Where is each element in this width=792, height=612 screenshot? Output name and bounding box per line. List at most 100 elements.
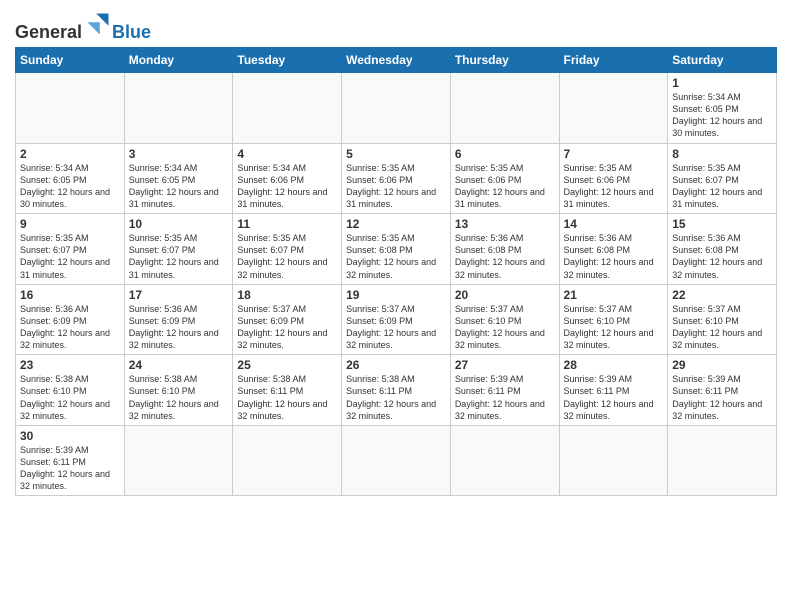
- calendar-day-cell: [342, 73, 451, 144]
- day-sun-info: Sunrise: 5:34 AM Sunset: 6:05 PM Dayligh…: [129, 162, 229, 211]
- calendar-day-cell: 1Sunrise: 5:34 AM Sunset: 6:05 PM Daylig…: [668, 73, 777, 144]
- calendar-day-cell: 23Sunrise: 5:38 AM Sunset: 6:10 PM Dayli…: [16, 355, 125, 426]
- day-number: 21: [564, 288, 664, 302]
- day-number: 15: [672, 217, 772, 231]
- day-number: 25: [237, 358, 337, 372]
- calendar-day-cell: 4Sunrise: 5:34 AM Sunset: 6:06 PM Daylig…: [233, 143, 342, 214]
- calendar-day-cell: 5Sunrise: 5:35 AM Sunset: 6:06 PM Daylig…: [342, 143, 451, 214]
- day-sun-info: Sunrise: 5:37 AM Sunset: 6:10 PM Dayligh…: [455, 303, 555, 352]
- day-number: 30: [20, 429, 120, 443]
- day-number: 26: [346, 358, 446, 372]
- day-number: 20: [455, 288, 555, 302]
- day-sun-info: Sunrise: 5:37 AM Sunset: 6:09 PM Dayligh…: [237, 303, 337, 352]
- calendar-day-cell: 10Sunrise: 5:35 AM Sunset: 6:07 PM Dayli…: [124, 214, 233, 285]
- calendar-day-cell: 30Sunrise: 5:39 AM Sunset: 6:11 PM Dayli…: [16, 425, 125, 496]
- day-number: 27: [455, 358, 555, 372]
- calendar-day-cell: 28Sunrise: 5:39 AM Sunset: 6:11 PM Dayli…: [559, 355, 668, 426]
- calendar-week-row: 16Sunrise: 5:36 AM Sunset: 6:09 PM Dayli…: [16, 284, 777, 355]
- day-number: 24: [129, 358, 229, 372]
- day-sun-info: Sunrise: 5:36 AM Sunset: 6:09 PM Dayligh…: [20, 303, 120, 352]
- day-sun-info: Sunrise: 5:38 AM Sunset: 6:10 PM Dayligh…: [20, 373, 120, 422]
- day-number: 1: [672, 76, 772, 90]
- calendar-day-cell: 13Sunrise: 5:36 AM Sunset: 6:08 PM Dayli…: [450, 214, 559, 285]
- day-sun-info: Sunrise: 5:36 AM Sunset: 6:08 PM Dayligh…: [455, 232, 555, 281]
- calendar-day-cell: 24Sunrise: 5:38 AM Sunset: 6:10 PM Dayli…: [124, 355, 233, 426]
- day-sun-info: Sunrise: 5:37 AM Sunset: 6:09 PM Dayligh…: [346, 303, 446, 352]
- day-number: 18: [237, 288, 337, 302]
- logo-icon: [84, 10, 112, 38]
- logo-text: GeneralBlue: [15, 10, 151, 43]
- day-number: 10: [129, 217, 229, 231]
- day-number: 16: [20, 288, 120, 302]
- calendar-day-cell: [559, 73, 668, 144]
- calendar-header-row: SundayMondayTuesdayWednesdayThursdayFrid…: [16, 48, 777, 73]
- day-sun-info: Sunrise: 5:36 AM Sunset: 6:09 PM Dayligh…: [129, 303, 229, 352]
- day-sun-info: Sunrise: 5:34 AM Sunset: 6:06 PM Dayligh…: [237, 162, 337, 211]
- day-number: 12: [346, 217, 446, 231]
- calendar-day-cell: 14Sunrise: 5:36 AM Sunset: 6:08 PM Dayli…: [559, 214, 668, 285]
- day-sun-info: Sunrise: 5:35 AM Sunset: 6:07 PM Dayligh…: [237, 232, 337, 281]
- day-sun-info: Sunrise: 5:37 AM Sunset: 6:10 PM Dayligh…: [672, 303, 772, 352]
- day-sun-info: Sunrise: 5:36 AM Sunset: 6:08 PM Dayligh…: [564, 232, 664, 281]
- day-sun-info: Sunrise: 5:38 AM Sunset: 6:10 PM Dayligh…: [129, 373, 229, 422]
- calendar-day-cell: [559, 425, 668, 496]
- day-sun-info: Sunrise: 5:35 AM Sunset: 6:06 PM Dayligh…: [346, 162, 446, 211]
- day-number: 2: [20, 147, 120, 161]
- day-number: 3: [129, 147, 229, 161]
- calendar-day-cell: 3Sunrise: 5:34 AM Sunset: 6:05 PM Daylig…: [124, 143, 233, 214]
- calendar-day-cell: 20Sunrise: 5:37 AM Sunset: 6:10 PM Dayli…: [450, 284, 559, 355]
- calendar-day-cell: 7Sunrise: 5:35 AM Sunset: 6:06 PM Daylig…: [559, 143, 668, 214]
- calendar-day-cell: [233, 73, 342, 144]
- day-number: 9: [20, 217, 120, 231]
- calendar-day-cell: 26Sunrise: 5:38 AM Sunset: 6:11 PM Dayli…: [342, 355, 451, 426]
- calendar-day-cell: [342, 425, 451, 496]
- calendar-day-cell: 8Sunrise: 5:35 AM Sunset: 6:07 PM Daylig…: [668, 143, 777, 214]
- calendar-day-cell: 25Sunrise: 5:38 AM Sunset: 6:11 PM Dayli…: [233, 355, 342, 426]
- day-of-week-header: Tuesday: [233, 48, 342, 73]
- day-number: 28: [564, 358, 664, 372]
- day-of-week-header: Monday: [124, 48, 233, 73]
- day-sun-info: Sunrise: 5:34 AM Sunset: 6:05 PM Dayligh…: [672, 91, 772, 140]
- day-sun-info: Sunrise: 5:34 AM Sunset: 6:05 PM Dayligh…: [20, 162, 120, 211]
- calendar-week-row: 30Sunrise: 5:39 AM Sunset: 6:11 PM Dayli…: [16, 425, 777, 496]
- calendar-day-cell: [450, 425, 559, 496]
- day-sun-info: Sunrise: 5:35 AM Sunset: 6:07 PM Dayligh…: [20, 232, 120, 281]
- day-number: 13: [455, 217, 555, 231]
- day-number: 29: [672, 358, 772, 372]
- day-sun-info: Sunrise: 5:36 AM Sunset: 6:08 PM Dayligh…: [672, 232, 772, 281]
- day-sun-info: Sunrise: 5:35 AM Sunset: 6:07 PM Dayligh…: [672, 162, 772, 211]
- calendar-day-cell: [16, 73, 125, 144]
- calendar-day-cell: 27Sunrise: 5:39 AM Sunset: 6:11 PM Dayli…: [450, 355, 559, 426]
- calendar-day-cell: 9Sunrise: 5:35 AM Sunset: 6:07 PM Daylig…: [16, 214, 125, 285]
- calendar-day-cell: 29Sunrise: 5:39 AM Sunset: 6:11 PM Dayli…: [668, 355, 777, 426]
- calendar-table: SundayMondayTuesdayWednesdayThursdayFrid…: [15, 47, 777, 496]
- day-number: 8: [672, 147, 772, 161]
- day-sun-info: Sunrise: 5:39 AM Sunset: 6:11 PM Dayligh…: [455, 373, 555, 422]
- day-sun-info: Sunrise: 5:35 AM Sunset: 6:07 PM Dayligh…: [129, 232, 229, 281]
- calendar-week-row: 1Sunrise: 5:34 AM Sunset: 6:05 PM Daylig…: [16, 73, 777, 144]
- day-number: 17: [129, 288, 229, 302]
- day-number: 11: [237, 217, 337, 231]
- calendar-day-cell: 21Sunrise: 5:37 AM Sunset: 6:10 PM Dayli…: [559, 284, 668, 355]
- day-of-week-header: Thursday: [450, 48, 559, 73]
- day-of-week-header: Friday: [559, 48, 668, 73]
- calendar-day-cell: 2Sunrise: 5:34 AM Sunset: 6:05 PM Daylig…: [16, 143, 125, 214]
- calendar-day-cell: [668, 425, 777, 496]
- day-of-week-header: Saturday: [668, 48, 777, 73]
- calendar-day-cell: 15Sunrise: 5:36 AM Sunset: 6:08 PM Dayli…: [668, 214, 777, 285]
- calendar-day-cell: 22Sunrise: 5:37 AM Sunset: 6:10 PM Dayli…: [668, 284, 777, 355]
- calendar-day-cell: 12Sunrise: 5:35 AM Sunset: 6:08 PM Dayli…: [342, 214, 451, 285]
- day-number: 7: [564, 147, 664, 161]
- calendar-day-cell: 16Sunrise: 5:36 AM Sunset: 6:09 PM Dayli…: [16, 284, 125, 355]
- day-number: 23: [20, 358, 120, 372]
- day-sun-info: Sunrise: 5:39 AM Sunset: 6:11 PM Dayligh…: [672, 373, 772, 422]
- calendar-week-row: 9Sunrise: 5:35 AM Sunset: 6:07 PM Daylig…: [16, 214, 777, 285]
- calendar-day-cell: 6Sunrise: 5:35 AM Sunset: 6:06 PM Daylig…: [450, 143, 559, 214]
- calendar-day-cell: 18Sunrise: 5:37 AM Sunset: 6:09 PM Dayli…: [233, 284, 342, 355]
- calendar-day-cell: [233, 425, 342, 496]
- day-of-week-header: Sunday: [16, 48, 125, 73]
- calendar-day-cell: [124, 73, 233, 144]
- calendar-day-cell: 17Sunrise: 5:36 AM Sunset: 6:09 PM Dayli…: [124, 284, 233, 355]
- day-number: 14: [564, 217, 664, 231]
- day-of-week-header: Wednesday: [342, 48, 451, 73]
